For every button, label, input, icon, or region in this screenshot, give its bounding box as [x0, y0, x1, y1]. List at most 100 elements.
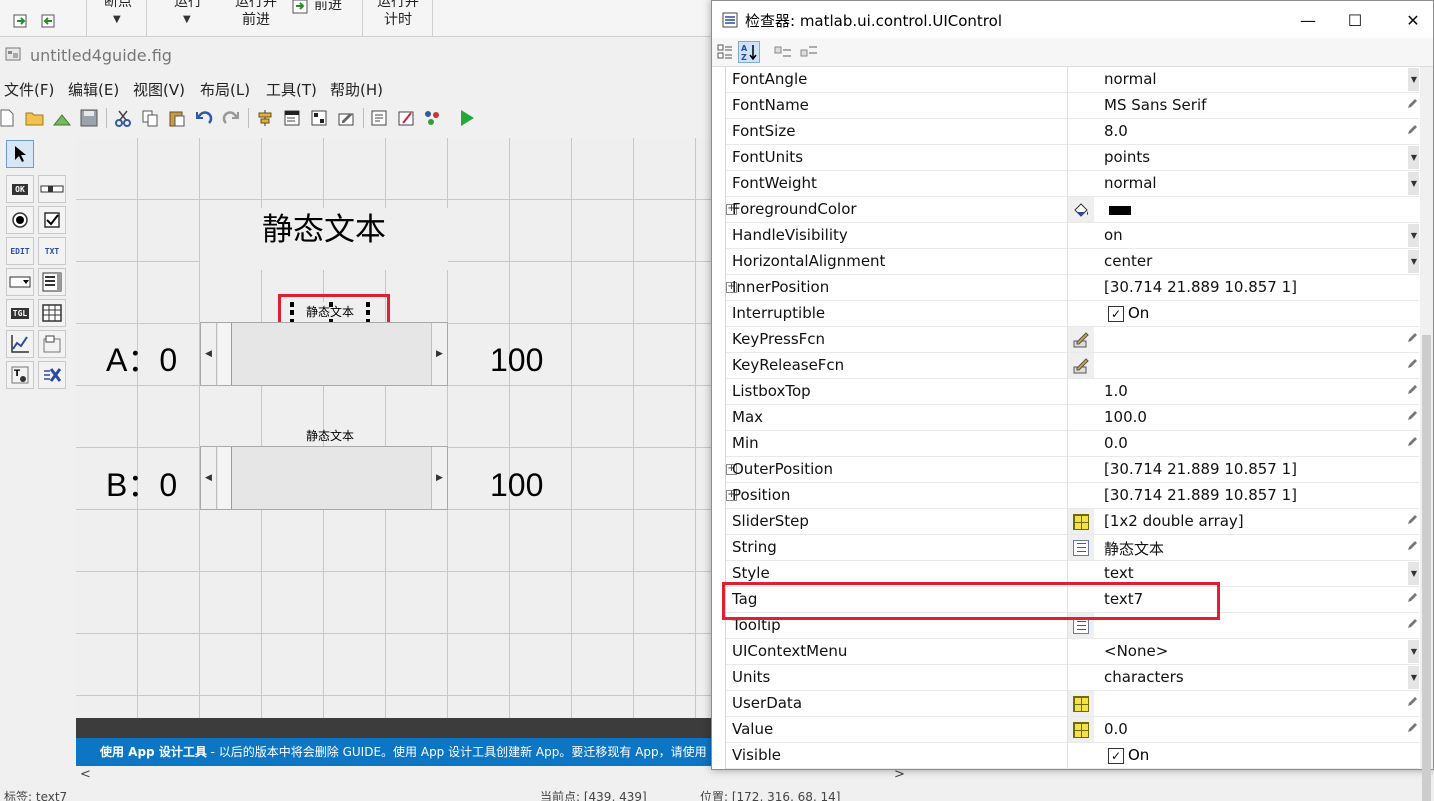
axes-tool-icon[interactable]	[6, 330, 34, 358]
run-time-button-line2[interactable]: 计时	[374, 12, 422, 28]
property-row-fontname[interactable]: FontName MS Sans Serif	[726, 93, 1419, 119]
advance-button[interactable]: 前进	[314, 0, 350, 13]
property-row-outerposition[interactable]: + OuterPosition [30.714 21.889 10.857 1]	[726, 457, 1419, 483]
dropdown-arrow-icon[interactable]: ▼	[1408, 562, 1419, 585]
static-text-tool-icon[interactable]: TXT	[38, 237, 66, 265]
property-row-visible[interactable]: Visible ✓ On	[726, 743, 1419, 769]
edit-pencil-icon[interactable]	[1406, 124, 1418, 138]
slider-right-arrow-icon[interactable]: ▶	[431, 447, 447, 509]
property-row-innerposition[interactable]: + InnerPosition [30.714 21.889 10.857 1]	[726, 275, 1419, 301]
new-file-icon[interactable]	[0, 107, 18, 129]
menu-tools[interactable]: 工具(T)	[266, 79, 317, 100]
slider-thumb[interactable]	[218, 323, 232, 385]
toolbar-editor-icon[interactable]	[335, 107, 357, 129]
slider-tool-icon[interactable]	[38, 175, 66, 203]
property-inspector-icon[interactable]	[395, 107, 417, 129]
dropdown-arrow-icon[interactable]: ▼	[1408, 172, 1419, 195]
activex-tool-icon[interactable]	[38, 361, 66, 389]
paste-icon[interactable]	[166, 107, 188, 129]
scrollbar-thumb[interactable]	[1422, 335, 1431, 801]
run-advance-button-line2[interactable]: 前进	[232, 12, 280, 28]
dropdown-arrow-icon[interactable]: ▼	[1408, 146, 1419, 169]
property-row-sliderstep[interactable]: SliderStep [1x2 double array]	[726, 509, 1419, 535]
scroll-left-icon[interactable]: <	[80, 767, 91, 782]
alphabetical-view-icon[interactable]: AZ	[738, 41, 760, 63]
max-label-a[interactable]: 100	[490, 340, 543, 380]
edit-pencil-icon[interactable]	[1406, 696, 1418, 710]
edit-pencil-icon[interactable]	[1406, 384, 1418, 398]
menu-help[interactable]: 帮助(H)	[330, 79, 383, 100]
property-value[interactable]: normal	[1104, 70, 1157, 88]
step-in-icon[interactable]	[12, 12, 30, 30]
max-label-b[interactable]: 100	[490, 465, 543, 505]
categorized-view-icon[interactable]	[714, 41, 736, 63]
slider-b[interactable]: ◀ ▶	[200, 446, 448, 510]
menu-view[interactable]: 视图(V)	[133, 79, 185, 100]
property-row-min[interactable]: Min 0.0	[726, 431, 1419, 457]
minimize-icon[interactable]: —	[1285, 7, 1331, 33]
align-objects-icon[interactable]	[254, 107, 276, 129]
callback-pencil-icon[interactable]	[1068, 327, 1094, 352]
run-dropdown-icon[interactable]: ▼	[183, 14, 191, 25]
property-row-fontweight[interactable]: FontWeight normal ▼	[726, 171, 1419, 197]
expand-all-icon[interactable]	[772, 41, 794, 63]
array-editor-icon[interactable]	[1068, 691, 1094, 716]
object-browser-icon[interactable]	[421, 107, 443, 129]
slider-a[interactable]: ◀ ▶	[200, 322, 448, 386]
dropdown-arrow-icon[interactable]: ▼	[1408, 666, 1419, 689]
popup-menu-tool-icon[interactable]	[6, 268, 34, 296]
array-editor-icon[interactable]	[1068, 717, 1094, 742]
color-swatch[interactable]	[1109, 206, 1131, 215]
property-row-value[interactable]: Value 0.0	[726, 717, 1419, 743]
edit-pencil-icon[interactable]	[1406, 722, 1418, 736]
property-value[interactable]: 1.0	[1104, 382, 1128, 400]
slider-left-arrow-icon[interactable]: ◀	[201, 447, 217, 509]
callback-pencil-icon[interactable]	[1068, 353, 1094, 378]
static-text-second[interactable]: 静态文本	[288, 426, 372, 446]
property-row-fontsize[interactable]: FontSize 8.0	[726, 119, 1419, 145]
property-row-interruptible[interactable]: Interruptible ✓ On	[726, 301, 1419, 327]
copy-icon[interactable]	[139, 107, 161, 129]
button-group-tool-icon[interactable]: T	[6, 361, 34, 389]
edit-pencil-icon[interactable]	[1406, 436, 1418, 450]
tab-order-editor-icon[interactable]	[308, 107, 330, 129]
menu-editor-icon[interactable]	[281, 107, 303, 129]
dropdown-arrow-icon[interactable]: ▼	[1408, 250, 1419, 273]
property-row-units[interactable]: Units characters ▼	[726, 665, 1419, 691]
static-text-heading[interactable]: 静态文本	[200, 208, 448, 270]
redo-icon[interactable]	[220, 107, 242, 129]
menu-file[interactable]: 文件(F)	[4, 79, 54, 100]
export-icon[interactable]	[51, 107, 73, 129]
property-value[interactable]: [30.714 21.889 10.857 1]	[1104, 460, 1297, 478]
property-row-max[interactable]: Max 100.0	[726, 405, 1419, 431]
collapse-all-icon[interactable]	[798, 41, 820, 63]
property-row-keypressfcn[interactable]: KeyPressFcn	[726, 327, 1419, 353]
edit-pencil-icon[interactable]	[1406, 540, 1418, 554]
edit-pencil-icon[interactable]	[1406, 98, 1418, 112]
notice-link[interactable]: 使用 App 设计工具	[100, 745, 207, 759]
dropdown-arrow-icon[interactable]: ▼	[1408, 640, 1419, 663]
edit-pencil-icon[interactable]	[1406, 514, 1418, 528]
dropdown-arrow-icon[interactable]: ▼	[1408, 68, 1419, 91]
property-value[interactable]: center	[1104, 252, 1152, 270]
select-tool-icon[interactable]	[6, 140, 34, 168]
property-row-uicontextmenu[interactable]: UIContextMenu <None> ▼	[726, 639, 1419, 665]
panel-tool-icon[interactable]	[38, 330, 66, 358]
menu-edit[interactable]: 编辑(E)	[68, 79, 119, 100]
radio-button-tool-icon[interactable]	[6, 206, 34, 234]
checkbox-tool-icon[interactable]	[38, 206, 66, 234]
property-value[interactable]: 0.0	[1104, 720, 1128, 738]
advance-icon[interactable]	[292, 0, 310, 16]
property-value[interactable]: [1x2 double array]	[1104, 512, 1244, 530]
undo-icon[interactable]	[193, 107, 215, 129]
edit-pencil-icon[interactable]	[1406, 592, 1418, 606]
property-row-foregroundcolor[interactable]: + ForegroundColor	[726, 197, 1419, 223]
property-row-string[interactable]: String 静态文本	[726, 535, 1419, 561]
property-row-position[interactable]: + Position [30.714 21.889 10.857 1]	[726, 483, 1419, 509]
property-row-userdata[interactable]: UserData	[726, 691, 1419, 717]
toggle-button-tool-icon[interactable]: TGL	[6, 299, 34, 327]
property-value[interactable]: [30.714 21.889 10.857 1]	[1104, 486, 1297, 504]
label-b[interactable]: B：0	[106, 465, 177, 505]
property-value[interactable]: characters	[1104, 668, 1184, 686]
run-figure-icon[interactable]	[456, 107, 478, 129]
